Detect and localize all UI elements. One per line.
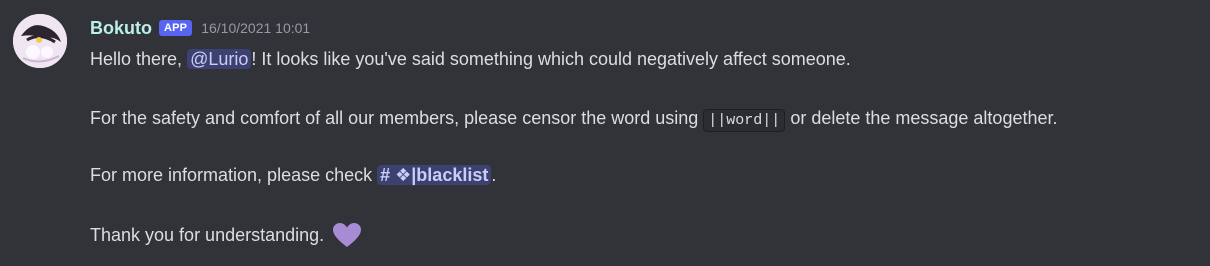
line-text: Hello there, (90, 49, 188, 69)
message-line: For the safety and comfort of all our me… (90, 105, 1058, 134)
channel-mention[interactable]: # ❖|blacklist (377, 165, 492, 185)
user-mention[interactable]: @Lurio (187, 49, 252, 69)
line-text: For the safety and comfort of all our me… (90, 108, 704, 128)
line-text: Thank you for understanding. (90, 225, 325, 245)
avatar-image (13, 14, 67, 68)
timestamp[interactable]: 16/10/2021 10:01 (201, 20, 310, 36)
username[interactable]: Bokuto (90, 18, 152, 39)
line-text: or delete the message altogether. (785, 108, 1058, 128)
avatar[interactable] (13, 14, 67, 68)
message-line: Thank you for understanding. (90, 222, 362, 249)
message-header: Bokuto APP 16/10/2021 10:01 (90, 16, 310, 40)
purple-heart-icon[interactable] (333, 223, 362, 249)
app-badge: APP (159, 20, 193, 36)
message-line: Hello there, @Lurio! It looks like you'v… (90, 46, 851, 72)
line-text: For more information, please check (90, 165, 378, 185)
inline-code: ||word|| (703, 109, 786, 132)
line-text: . (491, 165, 497, 185)
chat-message: Bokuto APP 16/10/2021 10:01 Hello there,… (0, 0, 1210, 266)
message-line: For more information, please check # ❖|b… (90, 162, 496, 188)
line-text: ! It looks like you've said something wh… (251, 49, 851, 69)
